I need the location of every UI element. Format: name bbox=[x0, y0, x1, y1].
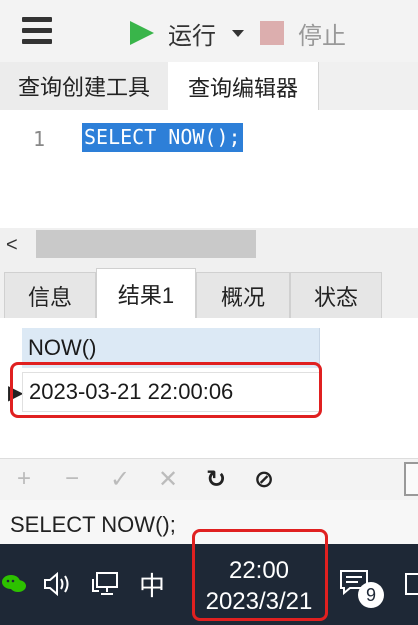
run-button[interactable]: 运行 bbox=[130, 14, 216, 52]
tab-query-editor[interactable]: 查询编辑器 bbox=[168, 62, 319, 111]
grid-view-icon[interactable] bbox=[404, 462, 418, 496]
column-header-now[interactable]: NOW() bbox=[22, 328, 320, 368]
scrollbar-thumb[interactable] bbox=[36, 230, 256, 258]
stop-icon bbox=[260, 21, 284, 45]
status-sql-text: SELECT NOW(); bbox=[10, 512, 176, 537]
line-number: 1 bbox=[33, 127, 46, 151]
result-tabs: 信息 结果1 概况 状态 bbox=[0, 260, 418, 318]
taskbar-clock-time[interactable]: 22:00 bbox=[200, 557, 318, 585]
run-dropdown-icon[interactable] bbox=[232, 30, 244, 37]
result-cell[interactable]: 2023-03-21 22:00:06 bbox=[22, 372, 320, 412]
taskbar-clock-date[interactable]: 2023/3/21 bbox=[196, 588, 322, 616]
stop-button[interactable]: 停止 bbox=[260, 14, 346, 52]
refresh-icon[interactable]: ↻ bbox=[202, 465, 230, 493]
show-desktop-icon[interactable] bbox=[398, 566, 418, 602]
wechat-icon[interactable] bbox=[0, 566, 28, 602]
tab-info[interactable]: 信息 bbox=[4, 272, 96, 318]
menu-icon[interactable] bbox=[22, 17, 52, 45]
ime-indicator[interactable]: 中 bbox=[134, 566, 170, 602]
notification-count-badge: 9 bbox=[358, 582, 384, 608]
tab-result1[interactable]: 结果1 bbox=[96, 268, 196, 318]
volume-icon[interactable] bbox=[40, 566, 76, 602]
sql-text-selected[interactable]: SELECT NOW(); bbox=[82, 123, 243, 152]
play-icon bbox=[130, 21, 154, 45]
network-icon[interactable] bbox=[88, 566, 124, 602]
tab-status[interactable]: 状态 bbox=[290, 272, 382, 318]
tab-overview[interactable]: 概况 bbox=[196, 272, 290, 318]
delete-record-icon[interactable]: − bbox=[58, 465, 86, 493]
tab-query-builder[interactable]: 查询创建工具 bbox=[0, 62, 169, 110]
scroll-left-icon[interactable]: < bbox=[6, 234, 18, 257]
editor-tabs: 查询创建工具 查询编辑器 bbox=[0, 62, 418, 111]
discard-changes-icon[interactable]: ✕ bbox=[154, 465, 182, 493]
stop-label: 停止 bbox=[298, 22, 346, 50]
add-record-icon[interactable]: + bbox=[10, 465, 38, 493]
stop-query-icon[interactable]: ⊘ bbox=[250, 465, 278, 493]
apply-changes-icon[interactable]: ✓ bbox=[106, 465, 134, 493]
run-label: 运行 bbox=[168, 22, 216, 50]
